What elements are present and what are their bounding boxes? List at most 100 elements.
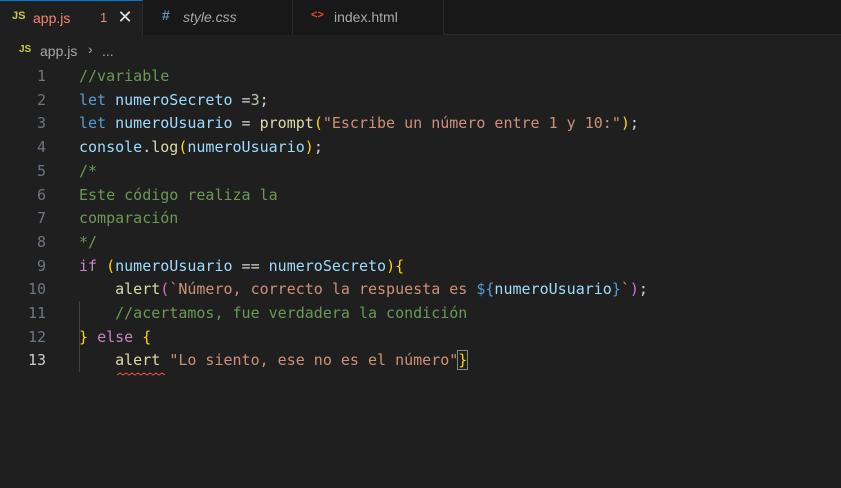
code-token: ) — [629, 280, 639, 299]
line-content: let numeroUsuario = prompt("Escribe un n… — [79, 112, 639, 136]
code-token: ${ — [476, 280, 495, 299]
code-token: ; — [629, 114, 639, 133]
code-line[interactable]: 7 comparación — [0, 207, 841, 231]
code-token: else — [97, 327, 134, 346]
line-content: //variable — [79, 65, 169, 89]
html-file-icon: <> — [311, 9, 324, 21]
line-number: 1 — [36, 67, 46, 85]
code-token: alert — [115, 280, 161, 299]
code-token: ) — [620, 114, 630, 133]
code-token: ; — [259, 90, 269, 109]
line-content: let numeroSecreto =3; — [79, 89, 269, 113]
line-number: 12 — [27, 327, 46, 346]
tab-label: app.js — [33, 10, 71, 26]
code-line[interactable]: 5 /* — [0, 160, 841, 184]
line-number: 3 — [36, 114, 46, 133]
code-token: = — [232, 90, 251, 109]
breadcrumb-file[interactable]: app.js — [40, 43, 77, 59]
code-token: == — [232, 256, 269, 275]
line-number: 6 — [36, 185, 46, 204]
code-token: } — [611, 280, 621, 299]
code-line[interactable]: 1 //variable — [0, 65, 841, 89]
js-file-icon: JS — [19, 44, 32, 55]
code-line[interactable]: 8 */ — [0, 231, 841, 255]
line-content: */ — [79, 231, 97, 255]
code-token: ; — [638, 280, 648, 299]
breadcrumb: JS app.js › ... — [0, 36, 841, 64]
code-line[interactable]: 3 let numeroUsuario = prompt("Escribe un … — [0, 112, 841, 136]
code-token: Este código realiza la — [79, 185, 278, 204]
tab-bar: JS app.js 1 ✕ # style.css <> index.html — [0, 0, 841, 36]
line-number: 8 — [36, 232, 46, 251]
code-line[interactable]: 11 //acertamos, fue verdadera la condici… — [0, 302, 841, 326]
code-token: ( — [160, 280, 170, 299]
js-file-icon: JS — [12, 10, 26, 22]
code-token: { — [395, 256, 405, 275]
code-token: //variable — [79, 67, 170, 85]
code-token: numeroUsuario — [115, 114, 233, 133]
code-token: alert — [115, 351, 161, 370]
line-content: } else { — [79, 326, 151, 350]
code-token: let — [79, 90, 107, 109]
line-content: /* — [79, 160, 97, 184]
line-content: console.log(numeroUsuario); — [79, 136, 323, 160]
css-file-icon: # — [162, 7, 170, 23]
breadcrumb-symbols[interactable]: ... — [102, 43, 114, 59]
code-token: //acertamos, fue verdadera la condición — [115, 304, 468, 322]
line-number: 2 — [36, 90, 46, 109]
line-number: 5 — [36, 161, 46, 180]
line-number: 4 — [36, 138, 46, 157]
code-token: numeroSecreto — [268, 256, 387, 275]
code-token: log — [151, 138, 179, 157]
code-token: ; — [313, 138, 323, 157]
code-line[interactable]: 2 let numeroSecreto =3; — [0, 89, 841, 113]
tab-app-js[interactable]: JS app.js 1 ✕ — [0, 0, 143, 36]
code-token: numeroUsuario — [115, 256, 233, 275]
code-token: } — [457, 350, 469, 371]
tab-label: index.html — [334, 9, 398, 25]
code-editor: JS app.js 1 ✕ # style.css <> index.html … — [0, 0, 841, 488]
line-number: 11 — [27, 304, 46, 322]
line-content: Este código realiza la — [79, 184, 278, 208]
code-token: 3 — [250, 90, 260, 109]
code-token: { — [142, 327, 152, 346]
tab-label: style.css — [183, 9, 237, 25]
code-token: */ — [79, 232, 98, 251]
tab-style-css[interactable]: # style.css — [143, 0, 293, 35]
line-content: alert "Lo siento, ese no es el número"} — [79, 349, 469, 373]
code-token: console — [79, 138, 143, 157]
tab-index-html[interactable]: <> index.html — [293, 0, 444, 35]
code-token: prompt — [259, 114, 314, 133]
line-number: 10 — [27, 280, 46, 299]
line-number: 9 — [36, 256, 46, 275]
code-area[interactable]: 1//variable 2 let numeroSecreto =3; 3 let nu… — [0, 64, 841, 488]
code-token: /* — [79, 161, 98, 180]
code-line[interactable]: 10 alert(`Número, correcto la respuesta … — [0, 278, 841, 302]
code-token: numeroUsuario — [494, 280, 612, 299]
code-token: numeroUsuario — [187, 138, 305, 157]
line-content: comparación — [79, 207, 178, 231]
code-line[interactable]: 6 Este código realiza la — [0, 184, 841, 208]
code-token: "Lo siento, ese no es el número" — [169, 351, 459, 370]
code-token: comparación — [79, 209, 179, 228]
code-line[interactable]: 13 alert "Lo siento, ese no es el número… — [0, 349, 841, 373]
code-line[interactable]: 4 console.log(numeroUsuario); — [0, 136, 841, 160]
line-number: 13 — [27, 351, 46, 370]
line-content: alert(`Número, correcto la respuesta es … — [79, 278, 648, 302]
code-token: } — [79, 327, 89, 346]
line-content: //acertamos, fue verdadera la condición — [79, 302, 467, 326]
code-token: = — [232, 114, 260, 133]
code-line[interactable]: 12} else { — [0, 326, 841, 350]
code-line[interactable]: 9 if (numeroUsuario == numeroSecreto){ — [0, 255, 841, 279]
code-token: ) — [386, 256, 396, 275]
close-icon[interactable]: ✕ — [116, 6, 134, 28]
error-count-badge: 1 — [100, 10, 108, 25]
